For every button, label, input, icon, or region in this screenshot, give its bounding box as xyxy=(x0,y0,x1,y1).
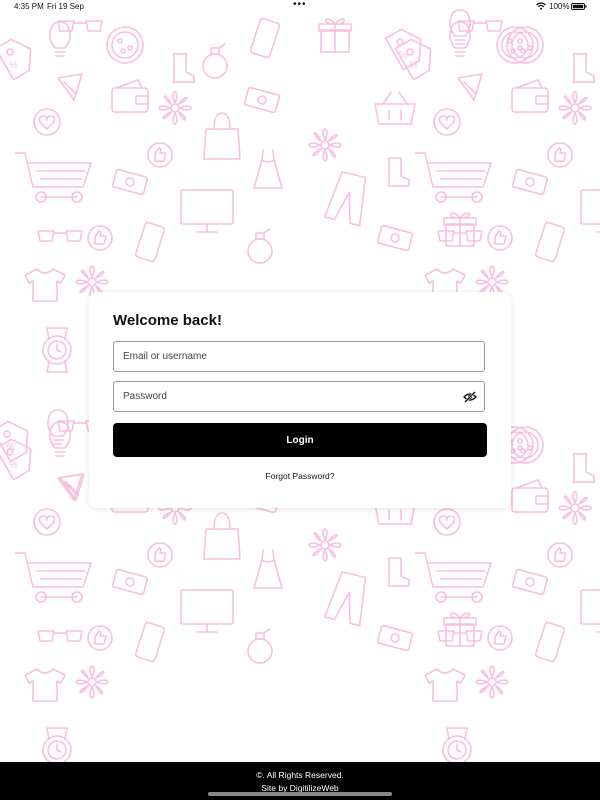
svg-text:%: % xyxy=(409,60,418,71)
perfume-icon xyxy=(247,228,273,264)
heart-icon xyxy=(33,508,61,536)
like-icon xyxy=(547,542,573,568)
like-icon xyxy=(487,225,513,251)
status-time: 4:35 PM xyxy=(14,2,44,11)
eye-off-icon[interactable] xyxy=(463,390,477,404)
monitor-icon xyxy=(580,589,600,633)
flower-icon xyxy=(158,91,192,125)
like-icon xyxy=(547,142,573,168)
home-indicator[interactable] xyxy=(208,792,392,796)
tshirt-icon xyxy=(424,668,466,702)
email-field xyxy=(113,341,485,372)
multitasking-dots[interactable]: ••• xyxy=(293,0,307,10)
heart-icon xyxy=(433,508,461,536)
boot-icon xyxy=(173,53,195,83)
shopping-cart-icon xyxy=(414,152,492,203)
copyright-text: ©. All Rights Reserved. xyxy=(256,770,344,780)
login-button[interactable]: Login xyxy=(113,423,487,457)
sunglasses-icon xyxy=(37,230,83,242)
battery-percentage: 100% xyxy=(549,2,570,11)
sunglasses-icon xyxy=(37,630,83,642)
boot-icon xyxy=(388,157,410,187)
pizza-icon xyxy=(506,26,544,64)
svg-text:%: % xyxy=(9,460,18,471)
dress-icon xyxy=(253,549,283,589)
tshirt-icon xyxy=(24,268,66,302)
smartphone-icon xyxy=(534,621,566,663)
shopping-bag-icon xyxy=(203,512,241,560)
battery-icon xyxy=(571,3,587,10)
gift-icon xyxy=(318,18,352,53)
smartphone-icon xyxy=(134,221,166,263)
email-input[interactable] xyxy=(114,342,484,371)
perfume-icon xyxy=(202,43,228,79)
boot-icon xyxy=(573,53,595,83)
smartphone-icon xyxy=(134,621,166,663)
like-icon xyxy=(147,542,173,568)
price-tag-icon: % xyxy=(0,420,29,463)
shopping-cart-icon xyxy=(14,552,92,603)
cake-icon xyxy=(57,73,83,101)
like-icon xyxy=(487,625,513,651)
status-bar: 4:35 PM Fri 19 Sep ••• 100% xyxy=(0,0,600,14)
password-input[interactable] xyxy=(114,382,484,411)
money-icon xyxy=(111,168,149,196)
flower-icon xyxy=(308,128,342,162)
dress-icon xyxy=(253,149,283,189)
boot-icon xyxy=(573,453,595,483)
watch-icon xyxy=(42,727,72,762)
forgot-password-link[interactable]: Forgot Password? xyxy=(89,471,511,481)
money-icon xyxy=(376,224,414,252)
like-icon xyxy=(147,142,173,168)
smartphone-icon xyxy=(249,17,281,59)
wallet-icon xyxy=(511,79,549,113)
shopping-bag-icon xyxy=(203,112,241,160)
shopping-cart-icon xyxy=(14,152,92,203)
money-icon xyxy=(111,568,149,596)
like-icon xyxy=(87,225,113,251)
money-icon xyxy=(243,86,281,114)
watch-icon xyxy=(442,727,472,762)
money-icon xyxy=(376,624,414,652)
perfume-icon xyxy=(247,628,273,664)
wallet-icon xyxy=(111,79,149,113)
pants-icon xyxy=(323,571,367,627)
monitor-icon xyxy=(180,589,234,633)
pants-icon xyxy=(323,171,367,227)
pizza-icon xyxy=(506,426,544,464)
monitor-icon xyxy=(580,189,600,233)
shopping-cart-icon xyxy=(414,552,492,603)
flower-icon xyxy=(558,91,592,125)
price-tag-icon: % xyxy=(0,38,32,81)
like-icon xyxy=(87,625,113,651)
money-icon xyxy=(511,568,549,596)
boot-icon xyxy=(388,557,410,587)
cake-icon xyxy=(457,73,483,101)
status-date: Fri 19 Sep xyxy=(47,2,84,11)
flower-icon xyxy=(475,665,509,699)
flower-icon xyxy=(308,528,342,562)
tshirt-icon xyxy=(24,668,66,702)
wifi-icon xyxy=(536,2,546,10)
login-title: Welcome back! xyxy=(113,312,222,329)
cake-icon xyxy=(57,473,83,501)
flower-icon xyxy=(75,665,109,699)
svg-text:%: % xyxy=(9,60,18,71)
heart-icon xyxy=(433,108,461,136)
flower-icon xyxy=(558,491,592,525)
password-field xyxy=(113,381,485,412)
login-card: Welcome back! Login Forgot Password? xyxy=(89,292,511,508)
money-icon xyxy=(511,168,549,196)
smartphone-icon xyxy=(534,221,566,263)
monitor-icon xyxy=(180,189,234,233)
pizza-icon xyxy=(106,26,144,64)
heart-icon xyxy=(33,108,61,136)
price-tag-icon: % xyxy=(384,28,422,71)
wallet-icon xyxy=(511,479,549,513)
watch-icon xyxy=(42,327,72,373)
basket-icon xyxy=(374,91,416,125)
